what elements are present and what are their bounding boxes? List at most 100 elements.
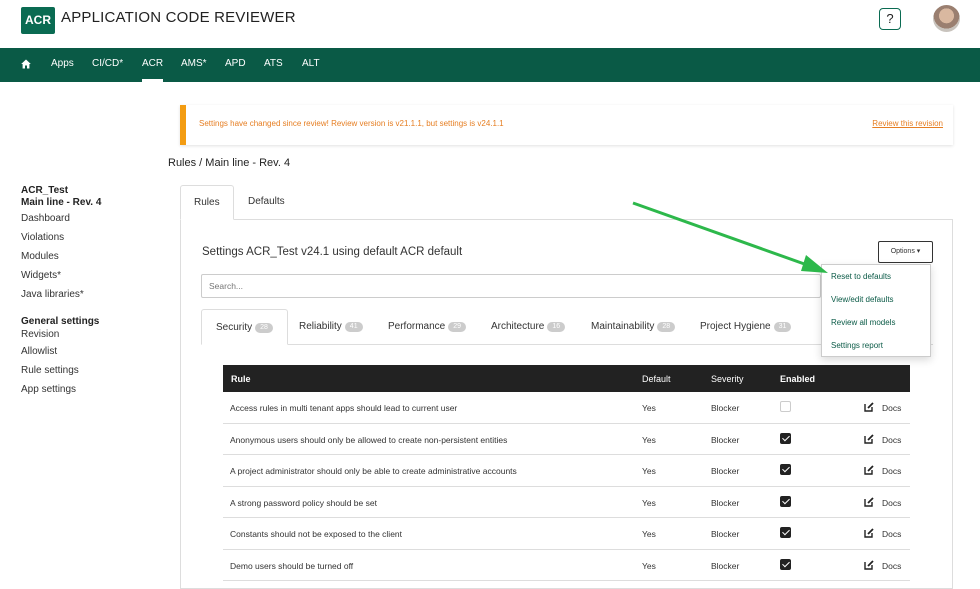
rule-severity: Blocker — [711, 529, 740, 539]
settings-changed-alert: Settings have changed since review! Revi… — [180, 105, 953, 145]
count-badge: 28 — [657, 322, 676, 332]
review-revision-link[interactable]: Review this revision — [872, 119, 943, 128]
edit-icon[interactable] — [864, 559, 874, 570]
rule-name[interactable]: Constants should not be exposed to the c… — [230, 529, 402, 539]
header-severity[interactable]: Severity — [711, 374, 744, 384]
rule-severity: Blocker — [711, 403, 740, 413]
rule-name[interactable]: Access rules in multi tenant apps should… — [230, 403, 457, 413]
count-badge: 31 — [773, 322, 792, 332]
header-enabled[interactable]: Enabled — [780, 374, 815, 384]
sidebar-item-app-settings[interactable]: App settings — [21, 380, 161, 399]
tab-label: Reliability — [299, 321, 342, 332]
tab-label: Performance — [388, 321, 446, 332]
rule-name[interactable]: A project administrator should only be a… — [230, 466, 517, 476]
rule-name[interactable]: Anonymous users should only be allowed t… — [230, 435, 507, 445]
edit-icon[interactable] — [864, 433, 874, 444]
user-avatar[interactable] — [933, 5, 960, 32]
tab-label: Maintainability — [591, 321, 655, 332]
tab-rules[interactable]: Rules — [180, 185, 234, 220]
table-row: A project administrator should only be a… — [223, 455, 910, 487]
nav-ams[interactable]: AMS* — [181, 48, 207, 82]
table-row: Demo users should be turned off Yes Blocke… — [223, 550, 910, 581]
tab-performance[interactable]: Performance 29 — [388, 309, 467, 345]
nav-cicd[interactable]: CI/CD* — [92, 48, 123, 82]
menu-view-edit-defaults[interactable]: View/edit defaults — [822, 288, 930, 311]
enabled-checkbox[interactable] — [780, 464, 791, 475]
sidebar-item-widgets[interactable]: Widgets* — [21, 266, 161, 285]
rule-default: Yes — [642, 560, 656, 571]
sidebar-item-rule-settings[interactable]: Rule settings — [21, 361, 161, 380]
rule-name[interactable]: A strong password policy should be set — [230, 498, 377, 508]
docs-link[interactable]: Docs — [882, 435, 901, 445]
count-badge: 16 — [547, 322, 566, 332]
nav-acr[interactable]: ACR — [142, 48, 164, 82]
settings-title: Settings ACR_Test v24.1 using default AC… — [202, 246, 463, 258]
docs-link[interactable]: Docs — [882, 498, 901, 508]
rule-default: Yes — [642, 529, 656, 539]
sidebar-revision: Main line - Rev. 4 — [21, 197, 102, 208]
menu-settings-report[interactable]: Settings report — [822, 334, 930, 357]
rule-default: Yes — [642, 466, 656, 476]
table-row: Constants should not be exposed to the c… — [223, 518, 910, 550]
edit-icon[interactable] — [864, 528, 874, 538]
count-badge: 28 — [255, 323, 273, 333]
nav-apd[interactable]: APD — [225, 48, 246, 82]
docs-link[interactable]: Docs — [882, 561, 901, 571]
table-row: A strong password policy should be set Ye… — [223, 487, 910, 518]
nav-ats[interactable]: ATS — [264, 48, 283, 82]
docs-link[interactable]: Docs — [882, 529, 901, 539]
nav-apps[interactable]: Apps — [51, 48, 74, 82]
home-icon[interactable] — [21, 59, 31, 69]
search-input[interactable] — [201, 274, 821, 298]
enabled-checkbox[interactable] — [780, 432, 791, 444]
tab-reliability[interactable]: Reliability 41 — [299, 309, 363, 345]
menu-review-all-models[interactable]: Review all models — [822, 311, 930, 334]
rule-severity: Blocker — [711, 466, 740, 476]
enabled-checkbox[interactable] — [780, 558, 791, 570]
sidebar-item-modules[interactable]: Modules — [21, 247, 161, 266]
tab-defaults[interactable]: Defaults — [235, 185, 298, 220]
docs-link[interactable]: Docs — [882, 403, 901, 413]
header-rule: Rule — [231, 374, 251, 384]
rule-name[interactable]: Demo users should be turned off — [230, 561, 353, 571]
tab-architecture[interactable]: Architecture 16 — [491, 309, 566, 345]
edit-icon[interactable] — [864, 402, 874, 412]
rule-default: Yes — [642, 434, 656, 445]
app-title: APPLICATION CODE REVIEWER — [61, 9, 296, 26]
menu-reset-defaults[interactable]: Reset to defaults — [822, 265, 930, 288]
count-badge: 41 — [344, 322, 363, 332]
rule-default: Yes — [642, 403, 656, 413]
sidebar: ACR_Test Main line - Rev. 4 Dashboard Vi… — [21, 185, 161, 399]
table-header: Rule Default Severity Enabled — [223, 365, 910, 392]
sidebar-item-dashboard[interactable]: Dashboard — [21, 209, 161, 228]
tab-label: Security — [216, 322, 253, 333]
top-bar: ACR APPLICATION CODE REVIEWER ? — [0, 0, 980, 48]
sidebar-item-violations[interactable]: Violations — [21, 228, 161, 247]
header-default[interactable]: Default — [642, 374, 671, 384]
docs-link[interactable]: Docs — [882, 466, 901, 476]
sidebar-item-revision[interactable]: Revision — [21, 328, 161, 342]
table-body: Access rules in multi tenant apps should… — [223, 392, 910, 581]
help-button[interactable]: ? — [879, 8, 901, 30]
sidebar-item-java-libraries[interactable]: Java libraries* — [21, 285, 161, 304]
options-button[interactable]: Options ▾ — [878, 241, 933, 263]
table-row: Anonymous users should only be allowed t… — [223, 424, 910, 455]
sidebar-item-allowlist[interactable]: Allowlist — [21, 342, 161, 361]
tab-label: Project Hygiene — [700, 321, 771, 332]
edit-icon[interactable] — [864, 465, 874, 475]
acr-logo[interactable]: ACR — [21, 7, 55, 34]
table-row: Access rules in multi tenant apps should… — [223, 392, 910, 424]
nav-alt[interactable]: ALT — [302, 48, 320, 82]
tab-project-hygiene[interactable]: Project Hygiene 31 — [700, 309, 792, 345]
main-nav: Apps CI/CD* ACR AMS* APD ATS ALT — [0, 48, 980, 82]
breadcrumb: Rules / Main line - Rev. 4 — [168, 157, 291, 169]
options-menu: Reset to defaults View/edit defaults Rev… — [821, 264, 931, 357]
enabled-checkbox[interactable] — [780, 401, 791, 412]
count-badge: 29 — [448, 322, 467, 332]
enabled-checkbox[interactable] — [780, 527, 791, 538]
alert-message: Settings have changed since review! Revi… — [199, 119, 504, 128]
enabled-checkbox[interactable] — [780, 495, 791, 507]
tab-security[interactable]: Security 28 — [201, 309, 288, 345]
edit-icon[interactable] — [864, 496, 874, 507]
tab-maintainability[interactable]: Maintainability 28 — [591, 309, 676, 345]
